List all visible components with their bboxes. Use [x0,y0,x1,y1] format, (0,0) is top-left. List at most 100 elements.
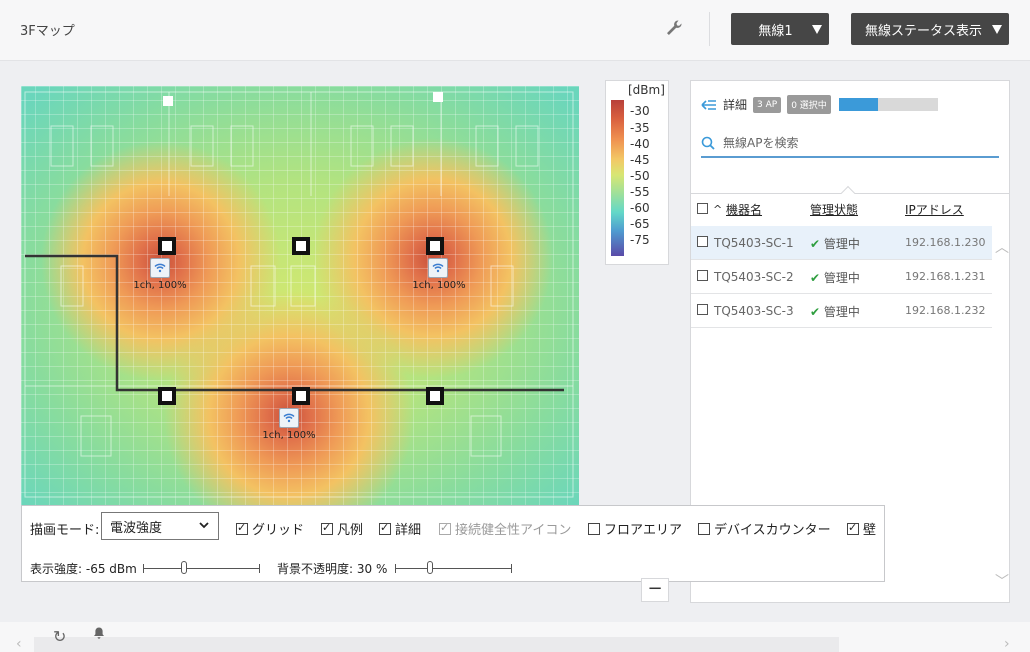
wifi-icon [154,263,166,273]
table-row[interactable]: TQ5403-SC-1 ✔ 管理中 192.168.1.230 [691,226,992,260]
wrench-icon[interactable] [664,18,684,38]
device-name: TQ5403-SC-3 [714,304,794,318]
slider-tick [511,564,512,573]
caret-down-icon [812,24,822,34]
ap-count-badge: 3 AP [753,96,782,113]
refresh-icon[interactable]: ↻ [53,627,66,646]
strength-slider[interactable] [143,561,260,574]
collapse-arrow-icon[interactable] [701,99,717,111]
scroll-down-icon[interactable]: ﹀ [995,571,1009,591]
draw-mode-label: 描画モード: [30,523,100,538]
horizontal-scrollbar[interactable] [34,637,839,652]
row-checkbox[interactable] [697,304,708,315]
scroll-left-icon[interactable]: ‹ [16,636,22,652]
wireless-select[interactable]: 無線1 [731,13,829,45]
search-icon [701,136,715,150]
check-icon: ✔ [810,305,821,319]
status-display-select[interactable]: 無線ステータス表示 [851,13,1009,45]
slider-tick [395,564,396,573]
caret-down-icon [992,24,1002,34]
bottom-bar: ‹ ↻ › [0,622,1030,652]
ip-address: 192.168.1.230 [905,236,986,249]
progress-fill [838,98,879,111]
status-select-label: 無線ステータス表示 [864,23,982,39]
check-icon: ✔ [810,237,821,251]
ap-search [701,129,999,158]
sort-indicator-icon: ^ [713,203,723,216]
table-row[interactable]: TQ5403-SC-3 ✔ 管理中 192.168.1.232 [691,294,992,328]
floor-area-checkbox[interactable]: フロアエリア [588,519,682,538]
selected-count-badge: 0 選択中 [787,95,831,114]
checkbox-box [588,522,600,535]
status-text: 管理中 [823,305,860,319]
slider-thumb[interactable] [427,561,434,574]
checkbox-label: デバイスカウンター [714,523,831,538]
wall-checkbox[interactable]: 壁 [847,519,876,538]
status-text: 管理中 [823,271,860,285]
ip-address: 192.168.1.231 [905,270,986,283]
legend-unit: [dBm] [628,83,665,97]
toolbar-divider [709,12,710,46]
legend-tick: -50 [630,169,650,183]
management-status: ✔ 管理中 [810,269,860,286]
legend-tick: -60 [630,201,650,215]
checkbox-box [847,521,859,535]
heatmap-canvas[interactable]: 1ch, 100% 1ch, 100% 1ch, 100% [21,86,579,506]
page-title: 3Fマップ [20,24,75,39]
row-checkbox[interactable] [697,236,708,247]
management-status: ✔ 管理中 [810,235,860,252]
legend-tick: -75 [630,233,650,247]
legend-tick: -35 [630,121,650,135]
checkbox-label: 凡例 [337,523,364,538]
opacity-label: 背景不透明度: 30 % [277,562,388,576]
row-checkbox[interactable] [697,270,708,281]
access-point-icon[interactable] [428,258,448,278]
bell-icon[interactable] [92,626,106,640]
access-point-label: 1ch, 100% [262,430,316,441]
access-point-icon[interactable] [279,408,299,428]
ap-search-input[interactable] [721,134,985,151]
column-header-status[interactable]: 管理状態 [810,201,858,218]
checkbox-label: 詳細 [395,523,422,538]
beacon-marker [292,387,310,405]
checkbox-label: グリッド [252,523,305,538]
detail-checkbox[interactable]: 詳細 [379,519,421,538]
checkbox-label: 接続健全性アイコン [455,523,572,538]
opacity-slider[interactable] [395,561,512,574]
top-bar: 3Fマップ 無線1 無線ステータス表示 [0,0,1030,61]
column-header-name[interactable]: 機器名 [726,201,762,218]
device-counter-checkbox[interactable]: デバイスカウンター [698,519,831,538]
detail-header: 詳細 3 AP 0 選択中 [701,95,938,114]
beacon-marker [426,387,444,405]
detail-label: 詳細 [723,98,748,112]
grid-checkbox[interactable]: グリッド [236,519,304,538]
scroll-up-icon[interactable]: ︿ [995,237,1009,257]
beacon-marker [292,237,310,255]
device-name: TQ5403-SC-2 [714,270,794,284]
table-row[interactable]: TQ5403-SC-2 ✔ 管理中 192.168.1.231 [691,260,992,294]
panel-notch [840,185,856,201]
slider-thumb[interactable] [180,561,187,574]
draw-mode-select[interactable]: 電波強度 [101,512,219,540]
checkbox-label: フロアエリア [604,523,683,538]
check-icon: ✔ [810,271,821,285]
draw-mode-value: 電波強度 [110,520,163,536]
checkbox-box [321,521,333,535]
scroll-right-icon[interactable]: › [1004,636,1010,652]
beacon-marker [426,237,444,255]
access-point-icon[interactable] [150,258,170,278]
zoom-out-button[interactable]: − [641,578,669,602]
checkbox-box [698,522,710,535]
legend-tick: -45 [630,153,650,167]
legend-color-scale [611,100,624,256]
map-display-controls: 描画モード: 電波強度 グリッド 凡例 詳細 接続健全性アイコン フロアエリア … [21,505,885,582]
select-all-checkbox[interactable] [697,203,708,214]
column-header-ip[interactable]: IPアドレス [905,201,964,218]
legend-checkbox[interactable]: 凡例 [321,519,363,538]
checkbox-label: 壁 [863,523,877,538]
checkbox-box [379,521,391,535]
health-icon-checkbox: 接続健全性アイコン [439,519,571,538]
access-point-label: 1ch, 100% [412,280,466,291]
slider-tick [259,564,260,573]
beacon-marker [158,387,176,405]
